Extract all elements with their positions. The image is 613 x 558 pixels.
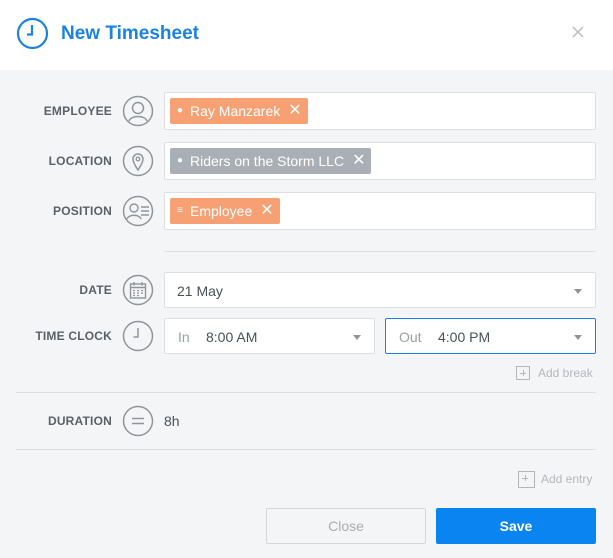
- chevron-down-icon: [574, 335, 582, 340]
- add-entry-link[interactable]: Add entry: [541, 471, 592, 487]
- location-tag: ● Riders on the Storm LLC ✕: [170, 148, 372, 174]
- divider: [164, 251, 596, 252]
- time-out-select[interactable]: Out 4:00 PM: [385, 318, 596, 354]
- remove-employee-icon[interactable]: ✕: [288, 98, 301, 124]
- time-in-prefix: In: [178, 329, 190, 345]
- clock-icon: [122, 320, 154, 352]
- position-field[interactable]: ≡ Employee ✕: [164, 192, 596, 230]
- dialog-title: New Timesheet: [61, 23, 199, 44]
- position-tag: ≡ Employee ✕: [170, 198, 280, 224]
- clock-icon: [16, 17, 49, 50]
- time-out-prefix: Out: [399, 329, 422, 345]
- plus-icon[interactable]: [518, 471, 535, 488]
- location-label: LOCATION: [48, 154, 112, 168]
- user-icon: [122, 95, 154, 127]
- save-button[interactable]: Save: [436, 508, 596, 544]
- pin-icon: ●: [176, 155, 184, 166]
- time-clock-label: TIME CLOCK: [35, 329, 112, 343]
- employee-label: EMPLOYEE: [43, 104, 112, 118]
- employee-tag-label: Ray Manzarek: [190, 103, 281, 119]
- location-field[interactable]: ● Riders on the Storm LLC ✕: [164, 142, 596, 180]
- calendar-icon: [122, 274, 154, 306]
- plus-icon[interactable]: [516, 366, 530, 380]
- add-break-link[interactable]: Add break: [538, 365, 593, 381]
- date-value: 21 May: [177, 283, 223, 299]
- location-pin-icon: [122, 145, 154, 177]
- equals-icon: [122, 405, 154, 437]
- divider: [16, 392, 596, 393]
- employee-field[interactable]: ● Ray Manzarek ✕: [164, 92, 596, 130]
- duration-value: 8h: [164, 413, 180, 429]
- remove-position-icon[interactable]: ✕: [260, 198, 273, 224]
- position-icon: [122, 195, 154, 227]
- chevron-down-icon: [353, 335, 361, 340]
- close-icon[interactable]: [570, 24, 586, 40]
- date-label: DATE: [79, 283, 112, 297]
- remove-location-icon[interactable]: ✕: [352, 148, 365, 174]
- time-in-value: 8:00 AM: [206, 329, 258, 345]
- duration-label: DURATION: [47, 414, 112, 428]
- time-in-select[interactable]: In 8:00 AM: [164, 318, 375, 354]
- chevron-down-icon: [574, 289, 582, 294]
- employee-tag: ● Ray Manzarek ✕: [170, 98, 308, 124]
- dialog-header: New Timesheet: [0, 0, 613, 70]
- person-icon: ●: [176, 105, 184, 116]
- list-icon: ≡: [177, 205, 183, 216]
- close-button[interactable]: Close: [266, 508, 426, 544]
- position-label: POSITION: [53, 204, 112, 218]
- new-timesheet-dialog: New Timesheet EMPLOYEE ● Ray Manzarek ✕ …: [0, 0, 613, 558]
- position-tag-label: Employee: [190, 203, 253, 219]
- date-select[interactable]: 21 May: [164, 272, 596, 308]
- divider: [16, 449, 596, 450]
- location-tag-label: Riders on the Storm LLC: [190, 153, 345, 169]
- time-out-value: 4:00 PM: [438, 329, 491, 345]
